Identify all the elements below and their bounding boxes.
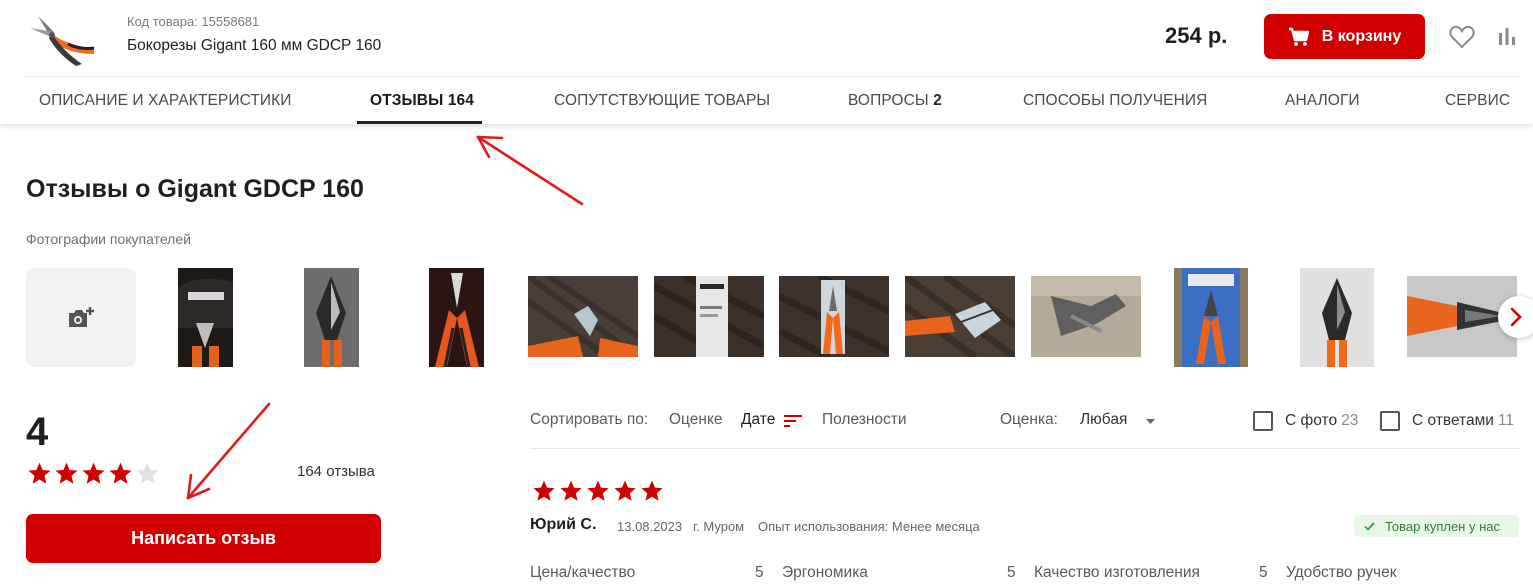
tab-label: АНАЛОГИ	[1285, 92, 1360, 109]
bought-here-label: Товар куплен у нас	[1385, 518, 1500, 534]
rating-filter-select[interactable]: Любая	[1080, 411, 1127, 429]
average-rating-stars	[27, 461, 160, 486]
customer-photo[interactable]	[429, 268, 484, 367]
reviews-count: 164 отзыва	[297, 463, 375, 480]
with-answers-count: 11	[1497, 412, 1514, 429]
tab-label: ОПИСАНИЕ И ХАРАКТЕРИСТИКИ	[39, 92, 292, 109]
filter-with-photo[interactable]: С фото 23	[1253, 411, 1358, 431]
star-icon	[533, 480, 555, 501]
star-icon	[82, 462, 105, 484]
customer-photo[interactable]	[905, 276, 1015, 357]
star-icon	[55, 462, 78, 484]
sort-desc-icon[interactable]	[784, 414, 802, 428]
header-divider	[24, 76, 1520, 77]
with-answers-label: С ответами	[1412, 412, 1494, 429]
customer-photo[interactable]	[654, 276, 764, 357]
product-name: Бокорезы Gigant 160 мм GDCP 160	[127, 37, 382, 54]
customer-photo[interactable]	[528, 276, 638, 357]
review-author: Юрий С.	[530, 516, 597, 533]
average-rating: 4	[26, 410, 49, 454]
tab-service[interactable]: СЕРВИС	[1445, 92, 1510, 110]
tab-label: СОПУТСТВУЮЩИЕ ТОВАРЫ	[554, 92, 771, 109]
customer-photos-label: Фотографии покупателей	[26, 231, 191, 247]
star-icon	[641, 480, 663, 501]
product-code: Код товара: 15558681	[127, 14, 260, 29]
rating-filter-value: Любая	[1080, 411, 1128, 428]
with-photo-count: 23	[1341, 412, 1359, 429]
review-city: г. Муром	[693, 519, 745, 534]
add-photo-button[interactable]	[26, 268, 136, 367]
camera-add-icon	[69, 306, 94, 327]
criterion-value: 5	[1259, 564, 1268, 581]
rating-filter-label: Оценка:	[1000, 411, 1058, 428]
star-icon	[136, 462, 159, 484]
star-icon	[560, 480, 582, 501]
tab-reviews[interactable]: ОТЗЫВЫ 164	[370, 92, 474, 110]
sort-divider	[530, 448, 1520, 449]
product-price: 254 р.	[1165, 23, 1228, 48]
favorite-heart-icon[interactable]	[1449, 25, 1475, 49]
add-to-cart-button[interactable]: В корзину	[1264, 14, 1425, 59]
product-thumbnail[interactable]	[24, 6, 100, 66]
sort-by-date[interactable]: Дате	[741, 411, 775, 429]
criterion-name: Эргономика	[782, 564, 868, 581]
annotation-arrow-button	[186, 402, 271, 500]
customer-photo[interactable]	[304, 268, 359, 367]
customer-photo[interactable]	[1031, 276, 1141, 357]
star-icon	[614, 480, 636, 501]
filter-with-answers[interactable]: С ответами 11	[1380, 411, 1514, 431]
compare-chart-icon[interactable]	[1496, 27, 1518, 47]
reviews-title: Отзывы о Gigant GDCP 160	[26, 175, 364, 203]
cart-icon	[1288, 27, 1309, 46]
star-icon	[109, 462, 132, 484]
sort-label: Сортировать по:	[530, 411, 649, 428]
criterion-name: Качество изготовления	[1034, 564, 1200, 581]
bought-here-badge: Товар куплен у нас	[1354, 515, 1519, 537]
tab-related-products[interactable]: СОПУТСТВУЮЩИЕ ТОВАРЫ	[554, 92, 770, 110]
customer-photo[interactable]	[779, 276, 889, 357]
criterion-value: 5	[755, 564, 764, 581]
tab-label: ВОПРОСЫ	[848, 92, 929, 109]
tab-count: 164	[447, 92, 474, 109]
add-to-cart-label: В корзину	[1321, 27, 1402, 45]
write-review-button[interactable]: Написать отзыв	[26, 514, 381, 563]
tab-label: СЕРВИС	[1445, 92, 1511, 109]
with-photo-checkbox[interactable]	[1253, 411, 1273, 431]
criterion-value: 5	[1007, 564, 1016, 581]
tab-label: СПОСОБЫ ПОЛУЧЕНИЯ	[1023, 92, 1208, 109]
customer-photo[interactable]	[1300, 268, 1374, 367]
customer-photo[interactable]	[1174, 268, 1248, 367]
annotation-arrow-tab	[476, 135, 584, 206]
sort-by-rating[interactable]: Оценке	[669, 411, 723, 429]
active-tab-indicator	[357, 121, 482, 124]
sort-by-date-label: Дате	[741, 411, 776, 428]
check-icon	[1364, 521, 1375, 531]
criterion-name: Удобство ручек	[1286, 564, 1397, 581]
product-sticky-header: Код товара: 15558681 Бокорезы Gigant 160…	[0, 0, 1533, 124]
chevron-down-icon[interactable]	[1146, 419, 1155, 425]
star-icon	[28, 462, 51, 484]
chevron-right-icon	[1510, 307, 1522, 327]
with-photo-label: С фото	[1285, 412, 1338, 429]
review-experience: Опыт использования: Менее месяца	[758, 519, 980, 534]
criterion-name: Цена/качество	[530, 564, 636, 581]
with-answers-checkbox[interactable]	[1380, 411, 1400, 431]
tab-delivery-options[interactable]: СПОСОБЫ ПОЛУЧЕНИЯ	[1023, 92, 1207, 110]
tab-count: 2	[933, 92, 942, 109]
tab-description[interactable]: ОПИСАНИЕ И ХАРАКТЕРИСТИКИ	[39, 92, 292, 110]
tab-analogs[interactable]: АНАЛОГИ	[1285, 92, 1360, 110]
review-date: 13.08.2023	[617, 519, 683, 534]
photos-next-button[interactable]	[1498, 296, 1533, 338]
customer-photo[interactable]	[178, 268, 233, 367]
review-stars	[532, 479, 664, 503]
star-icon	[587, 480, 609, 501]
tab-label: ОТЗЫВЫ	[370, 92, 444, 109]
sort-by-usefulness[interactable]: Полезности	[822, 411, 907, 429]
tab-questions[interactable]: ВОПРОСЫ 2	[848, 92, 942, 110]
